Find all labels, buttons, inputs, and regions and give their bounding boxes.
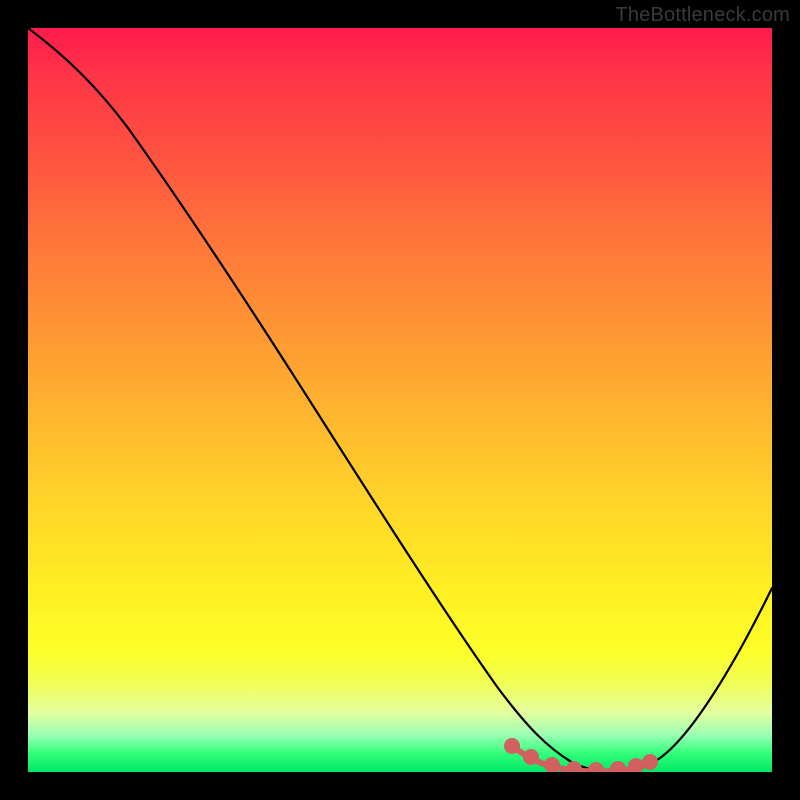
chart-svg: [28, 28, 772, 772]
highlight-segment: [507, 741, 655, 772]
plot-area: [28, 28, 772, 772]
chart-frame: TheBottleneck.com: [0, 0, 800, 800]
watermark-text: TheBottleneck.com: [615, 4, 790, 27]
curve-line: [28, 28, 772, 772]
